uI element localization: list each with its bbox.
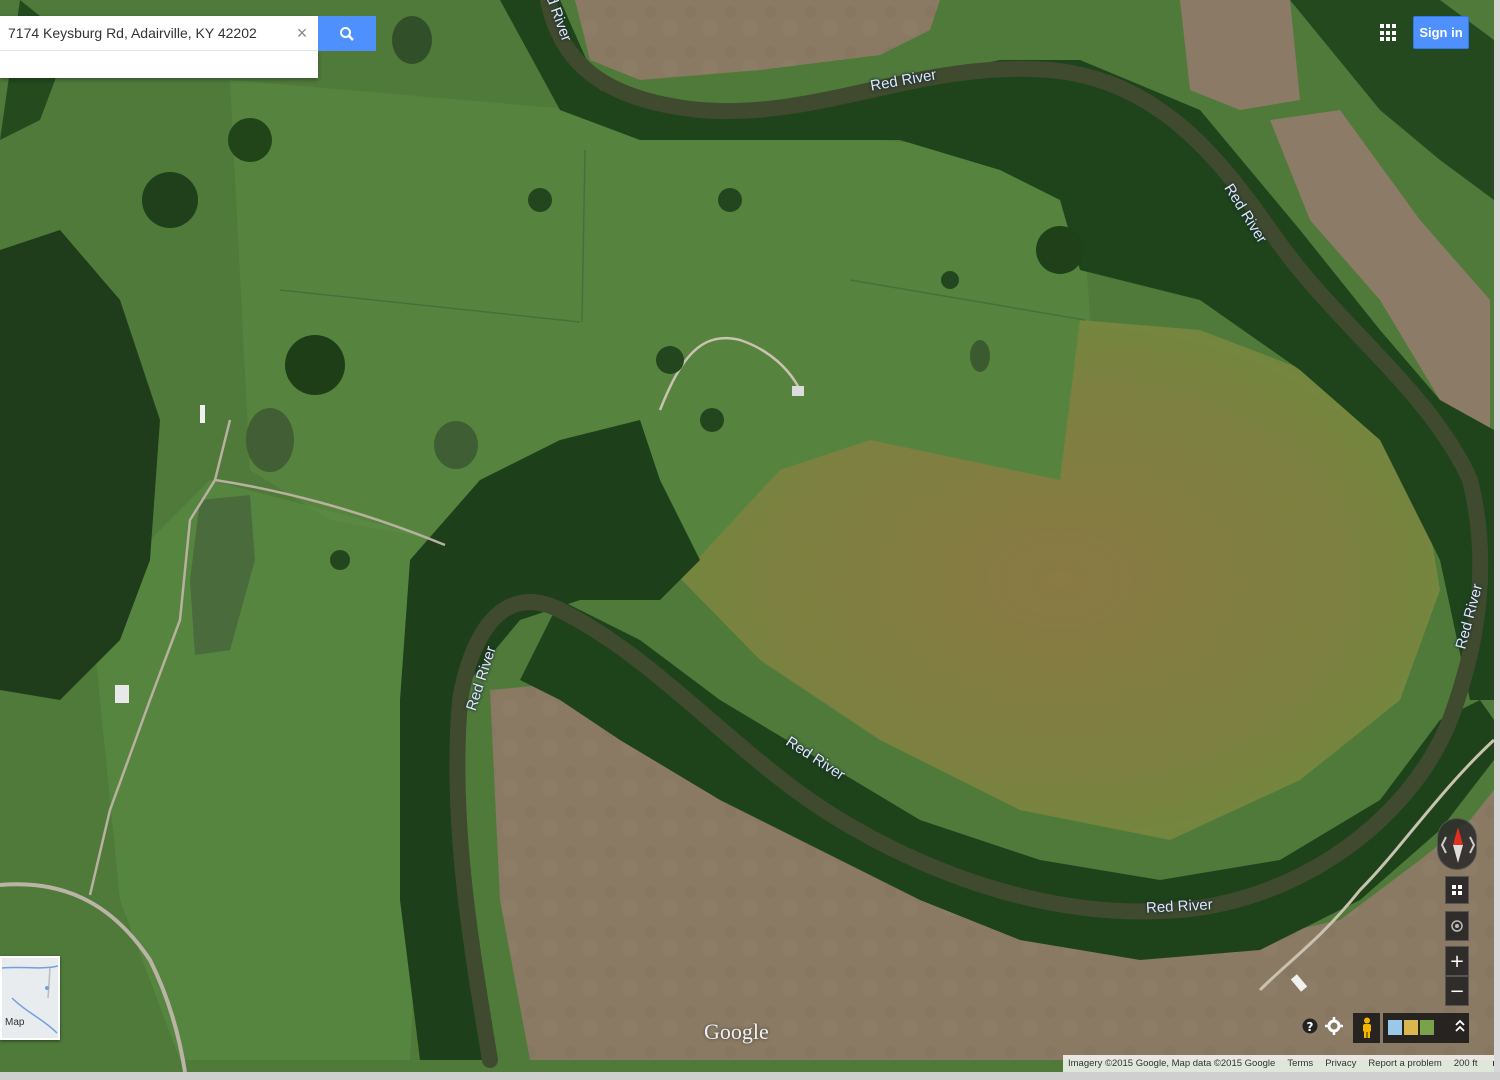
satellite-map[interactable] (0, 0, 1500, 1080)
tree-clump (1036, 226, 1084, 274)
sign-in-button[interactable]: Sign in (1413, 16, 1469, 49)
tree-clump (330, 550, 350, 570)
terms-link[interactable]: Terms (1287, 1058, 1313, 1069)
window-bottom-edge (0, 1072, 1500, 1080)
privacy-link[interactable]: Privacy (1325, 1058, 1356, 1069)
layers-icon[interactable] (1383, 1013, 1469, 1043)
report-problem-link[interactable]: Report a problem (1368, 1058, 1441, 1069)
pond (970, 340, 990, 372)
google-logo: Google (704, 1019, 769, 1044)
zoom-in-button[interactable]: + (1445, 946, 1469, 976)
pond (434, 421, 478, 469)
building (792, 386, 804, 396)
scale-label: 200 ft (1453, 1058, 1478, 1069)
tree-clump (941, 271, 959, 289)
minimap-label: Map (5, 1017, 25, 1028)
my-location-icon[interactable] (1445, 911, 1469, 941)
compass-icon[interactable] (1437, 818, 1477, 870)
pegman-icon[interactable] (1353, 1013, 1380, 1043)
scrollbar[interactable] (1494, 0, 1500, 1080)
apps-grid-icon[interactable] (1378, 22, 1400, 44)
close-icon[interactable]: × (293, 24, 311, 42)
river-label: Red River (1145, 896, 1214, 917)
attribution-text: Imagery ©2015 Google, Map data ©2015 Goo… (1068, 1058, 1276, 1069)
building (200, 405, 205, 423)
tree-clump (228, 118, 272, 162)
help-icon[interactable]: ? (1302, 1017, 1318, 1039)
pond (246, 408, 294, 472)
map-view-toggle[interactable]: Map (0, 956, 60, 1040)
tree-clump (528, 188, 552, 212)
pond (392, 16, 432, 64)
tree-clump (142, 172, 198, 228)
search-input[interactable] (0, 16, 318, 51)
building (115, 685, 129, 703)
attribution-bar: Imagery ©2015 Google, Map data ©2015 Goo… (1063, 1055, 1500, 1072)
search-button[interactable] (318, 16, 376, 51)
search-icon (340, 26, 354, 41)
zoom-out-button[interactable]: − (1445, 976, 1469, 1006)
svg-text:?: ? (1307, 1020, 1314, 1034)
tree-clump (718, 188, 742, 212)
tree-clump (700, 408, 724, 432)
search-panel: × (0, 16, 318, 78)
gear-icon[interactable] (1325, 1017, 1343, 1039)
tree-clump (285, 335, 345, 395)
tree-clump (656, 346, 684, 374)
tilt-icon[interactable] (1445, 876, 1469, 904)
